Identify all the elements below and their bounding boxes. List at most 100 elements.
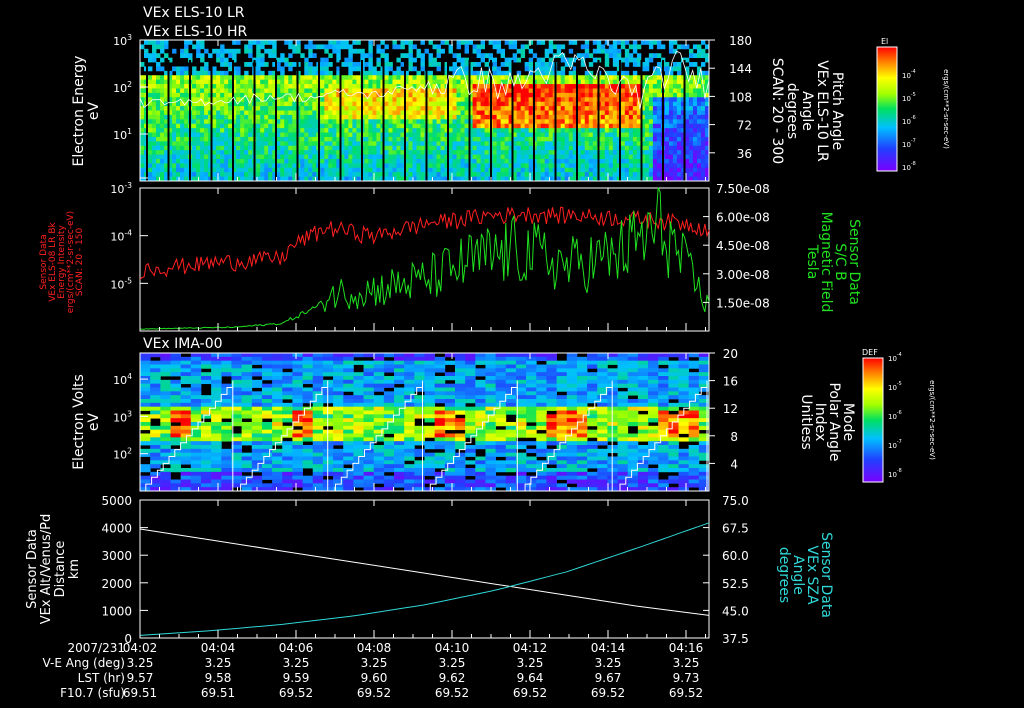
heatmap-cell <box>496 48 502 54</box>
heatmap-cell <box>144 48 149 54</box>
heatmap-cell <box>332 145 337 151</box>
heatmap-cell <box>284 136 289 142</box>
heatmap-cell <box>560 57 566 63</box>
heatmap-cell <box>394 479 405 484</box>
heatmap-cell <box>460 101 465 107</box>
heatmap-cell <box>440 163 445 169</box>
heatmap-cell <box>282 479 293 484</box>
heatmap-cell <box>544 119 550 125</box>
heatmap-cell <box>216 128 221 133</box>
heatmap-cell <box>592 110 598 116</box>
heatmap-cell <box>343 353 354 358</box>
heatmap-cell <box>476 48 481 54</box>
heatmap-cell <box>676 62 682 67</box>
heatmap-cell <box>248 75 253 81</box>
heatmap-cell <box>448 101 453 107</box>
heatmap-cell <box>364 70 369 76</box>
heatmap-cell <box>333 464 344 469</box>
heatmap-cell <box>600 123 606 129</box>
heatmap-cell <box>476 141 481 147</box>
heatmap-cell <box>184 163 189 169</box>
heatmap-cell <box>220 150 225 155</box>
heatmap-cell <box>548 172 554 177</box>
heatmap-cell <box>544 163 550 169</box>
heatmap-cell <box>184 70 189 76</box>
heatmap-cell <box>140 158 145 164</box>
heatmap-cell <box>432 128 437 133</box>
heatmap-cell <box>248 92 253 98</box>
heatmap-cell <box>221 356 232 362</box>
heatmap-cell <box>608 48 614 54</box>
heatmap-cell <box>464 141 469 147</box>
heatmap-cell <box>648 97 654 103</box>
heatmap-cell <box>620 88 626 94</box>
heatmap-cell <box>604 62 610 67</box>
heatmap-cell <box>524 141 530 147</box>
heatmap-cell <box>180 452 192 457</box>
heatmap-cell <box>264 110 269 116</box>
heatmap-cell <box>520 123 526 129</box>
heatmap-cell <box>264 136 269 142</box>
heatmap-cell <box>356 154 361 160</box>
heatmap-cell <box>261 471 273 477</box>
heatmap-cell <box>280 123 285 129</box>
heatmap-cell <box>344 123 349 129</box>
heatmap-cell <box>180 391 192 396</box>
heatmap-cell <box>296 40 301 45</box>
heatmap-cell <box>684 167 690 173</box>
heatmap-cell <box>536 88 542 94</box>
heatmap-cell <box>140 418 151 423</box>
heatmap-cell <box>624 150 630 155</box>
heatmap-cell <box>500 97 506 103</box>
heatmap-cell <box>672 123 678 129</box>
heatmap-cell <box>584 128 590 133</box>
heatmap-cell <box>272 418 283 423</box>
heatmap-cell <box>648 53 654 59</box>
heatmap-cell <box>312 364 324 369</box>
heatmap-cell <box>180 471 192 477</box>
heatmap-cell <box>241 353 253 358</box>
heatmap-cell <box>190 437 202 442</box>
heatmap-cell <box>388 163 393 169</box>
heatmap-cell <box>568 70 574 76</box>
heatmap-cell <box>348 110 353 116</box>
heatmap-cell <box>376 79 381 85</box>
scan-gap <box>468 60 471 181</box>
heatmap-cell <box>428 172 433 177</box>
heatmap-cell <box>280 79 285 85</box>
heatmap-cell <box>282 448 293 454</box>
heatmap-cell <box>368 110 373 116</box>
heatmap-cell <box>696 44 702 50</box>
scan-gap <box>146 60 148 181</box>
heatmap-cell <box>540 172 546 177</box>
heatmap-cell <box>204 123 209 129</box>
heatmap-cell <box>211 429 222 434</box>
heatmap-cell <box>292 141 297 147</box>
heatmap-cell <box>592 167 598 173</box>
heatmap-cell <box>220 84 225 89</box>
heatmap-cell <box>344 158 349 164</box>
heatmap-cell <box>632 119 638 125</box>
heatmap-cell <box>292 433 303 438</box>
heatmap-cell <box>156 92 161 98</box>
heatmap-cell <box>383 448 395 454</box>
heatmap-cell <box>632 123 638 129</box>
scan-gap <box>533 60 535 181</box>
heatmap-cell <box>348 62 353 67</box>
heatmap-cell <box>152 172 157 177</box>
heatmap-cell <box>292 163 297 169</box>
heatmap-cell <box>564 75 570 81</box>
heatmap-cell <box>608 106 614 111</box>
heatmap-cell <box>320 123 325 129</box>
heatmap-cell <box>352 40 357 45</box>
heatmap-cell <box>488 40 494 45</box>
heatmap-cell <box>684 163 690 169</box>
heatmap-cell <box>288 84 293 89</box>
heatmap-cell <box>556 75 562 81</box>
heatmap-cell <box>388 66 393 72</box>
heatmap-cell <box>268 154 273 160</box>
heatmap-cell <box>364 106 369 111</box>
heatmap-cell <box>568 114 574 120</box>
heatmap-cell <box>476 128 481 133</box>
heatmap-cell <box>152 75 157 81</box>
